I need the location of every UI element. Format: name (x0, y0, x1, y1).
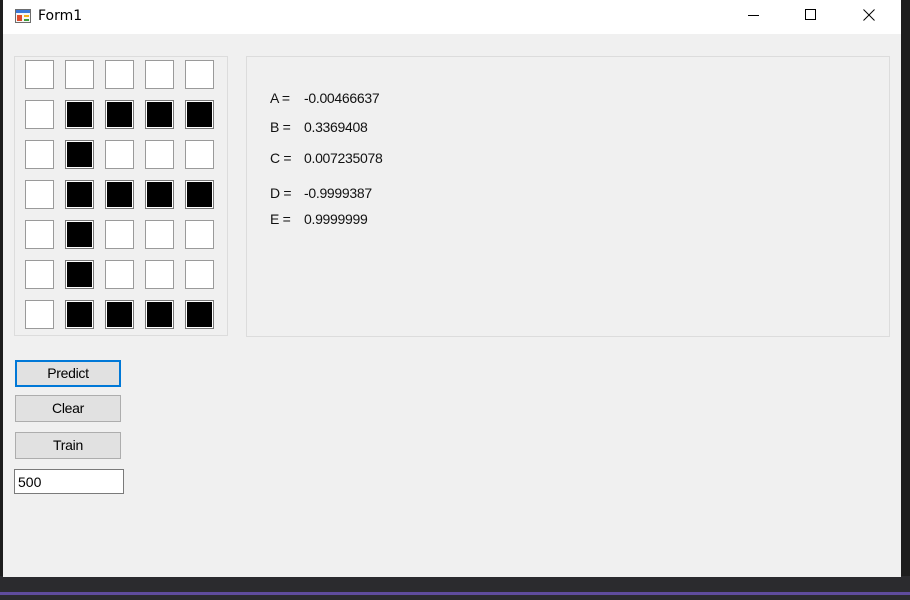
clear-button[interactable]: Clear (15, 395, 121, 422)
grid-cell-r1-c4[interactable] (145, 60, 174, 89)
grid-cell-r7-c4[interactable] (145, 300, 174, 329)
maximize-icon (805, 8, 817, 26)
grid-cell-r2-c2[interactable] (65, 100, 94, 129)
grid-cell-r1-c3[interactable] (105, 60, 134, 89)
output-value-e: 0.9999999 (304, 211, 368, 227)
output-value-b: 0.3369408 (304, 119, 368, 135)
grid-cell-r2-c4[interactable] (145, 100, 174, 129)
grid-cell-r5-c1[interactable] (25, 220, 54, 249)
grid-cell-r5-c3[interactable] (105, 220, 134, 249)
grid-cell-r2-c3[interactable] (105, 100, 134, 129)
grid-cell-r1-c1[interactable] (25, 60, 54, 89)
output-value-a: -0.00466637 (304, 90, 380, 106)
grid-cell-r4-c5[interactable] (185, 180, 214, 209)
form-app-icon (15, 9, 31, 23)
grid-cell-r5-c4[interactable] (145, 220, 174, 249)
output-label-b: B = (270, 119, 291, 135)
grid-cell-r4-c4[interactable] (145, 180, 174, 209)
grid-cell-r6-c2[interactable] (65, 260, 94, 289)
output-label-a: A = (270, 90, 290, 106)
grid-cell-r6-c5[interactable] (185, 260, 214, 289)
grid-cell-r2-c1[interactable] (25, 100, 54, 129)
output-label-d: D = (270, 185, 292, 201)
predict-button[interactable]: Predict (15, 360, 121, 387)
grid-cell-r3-c5[interactable] (185, 140, 214, 169)
minimize-button[interactable] (731, 0, 777, 34)
grid-cell-r6-c3[interactable] (105, 260, 134, 289)
form-window: Form1 A = -0.00466637 B = 0.3369408 C = … (3, 0, 901, 577)
close-icon (863, 8, 875, 26)
output-label-e: E = (270, 211, 291, 227)
window-title: Form1 (38, 8, 83, 24)
background-accent-line (0, 592, 910, 595)
title-bar[interactable]: Form1 (3, 0, 901, 34)
grid-cell-r7-c2[interactable] (65, 300, 94, 329)
grid-cell-r3-c1[interactable] (25, 140, 54, 169)
grid-cell-r4-c2[interactable] (65, 180, 94, 209)
grid-cell-r1-c5[interactable] (185, 60, 214, 89)
grid-cell-r7-c5[interactable] (185, 300, 214, 329)
pixel-grid-panel (14, 56, 228, 336)
grid-cell-r2-c5[interactable] (185, 100, 214, 129)
grid-cell-r1-c2[interactable] (65, 60, 94, 89)
minimize-icon (748, 8, 760, 26)
output-label-c: C = (270, 150, 292, 166)
grid-cell-r4-c3[interactable] (105, 180, 134, 209)
close-button[interactable] (846, 0, 892, 34)
iterations-input[interactable] (14, 469, 124, 494)
output-value-d: -0.9999387 (304, 185, 372, 201)
grid-cell-r7-c1[interactable] (25, 300, 54, 329)
grid-cell-r3-c2[interactable] (65, 140, 94, 169)
grid-cell-r7-c3[interactable] (105, 300, 134, 329)
grid-cell-r6-c1[interactable] (25, 260, 54, 289)
train-button[interactable]: Train (15, 432, 121, 459)
grid-cell-r5-c5[interactable] (185, 220, 214, 249)
background-editor-strip (0, 576, 910, 600)
output-value-c: 0.007235078 (304, 150, 383, 166)
grid-cell-r5-c2[interactable] (65, 220, 94, 249)
grid-cell-r3-c3[interactable] (105, 140, 134, 169)
grid-cell-r6-c4[interactable] (145, 260, 174, 289)
maximize-button[interactable] (788, 0, 834, 34)
grid-cell-r4-c1[interactable] (25, 180, 54, 209)
grid-cell-r3-c4[interactable] (145, 140, 174, 169)
output-panel: A = -0.00466637 B = 0.3369408 C = 0.0072… (246, 56, 890, 337)
